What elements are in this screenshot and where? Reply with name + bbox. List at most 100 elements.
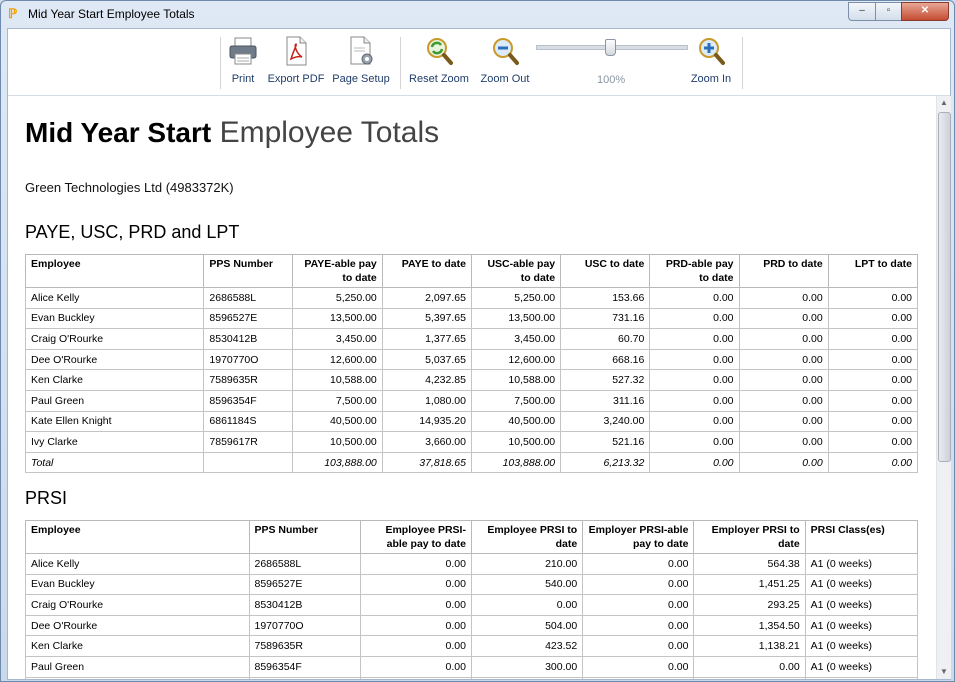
table-cell: 0.00 [649,328,740,350]
table-cell: 10,588.00 [291,369,383,391]
zoom-out-button[interactable]: Zoom Out [476,35,534,85]
table-cell: 0.00 [582,676,695,679]
table-cell: 5,037.65 [381,348,472,371]
total-row: Total 103,888.00 37,818.65 103,888.00 6,213.… [24,451,919,474]
close-button[interactable]: ✕ [901,2,949,21]
table-cell: 0.00 [738,307,829,330]
export-pdf-button[interactable]: Export PDF [266,35,326,85]
table-cell: 10,500.00 [470,431,562,453]
column-header: PRSI Class(es) [804,520,919,554]
table-cell: 0.00 [738,389,829,412]
column-header: PAYE to date [381,254,472,288]
table-cell: Ivy Clarke [24,431,205,453]
table-cell: 0.00 [738,451,829,474]
table-cell: 0.00 [738,287,829,309]
table-row: Dee O'Rourke 1970770O 0.00 504.00 0.00 1,354.… [25,614,919,637]
table-cell: 13,500.00 [291,307,383,330]
table-cell: 0.00 [827,348,919,371]
table-cell: A1 (0 weeks) [804,676,919,679]
page-setup-button[interactable]: Page Setup [331,35,391,85]
column-header: Employee PRSI-able pay to date [359,520,472,554]
title-bar[interactable]: ℙ Mid Year Start Employee Totals – ▫ ✕ [1,1,954,27]
table-cell: Ken Clarke [25,635,250,657]
scroll-down-arrow-icon[interactable]: ▼ [937,665,951,679]
table-cell: 0.00 [827,287,919,309]
table-cell: 8530412B [203,328,293,350]
table-cell: Alice Kelly [24,287,205,309]
table-cell: 7,500.00 [470,389,562,412]
table-cell: 4,232.85 [381,369,472,391]
zoom-in-button[interactable]: Zoom In [686,35,736,85]
table-cell: 7,500.00 [291,389,383,412]
table-row: Dee O'Rourke 1970770O 12,600.00 5,037.65 12,… [24,348,919,371]
table-cell: 293.25 [693,594,806,616]
column-header: Employee [24,254,205,288]
maximize-button[interactable]: ▫ [875,2,902,21]
page-setup-label: Page Setup [332,73,390,85]
print-button[interactable]: Print [226,35,260,85]
table-cell: 1,377.65 [381,328,472,350]
reset-zoom-icon [423,35,455,67]
table-row: Craig O'Rourke 8530412B 3,450.00 1,377.65 3,… [24,328,919,350]
table-cell: 6861184S [248,676,361,679]
table-cell: 0.00 [582,553,695,575]
table-cell: 0.00 [649,389,740,412]
table-cell: 521.16 [560,431,651,453]
table-row: Paul Green 8596354F 7,500.00 1,080.00 7,500.… [24,389,919,412]
print-label: Print [231,73,255,85]
table-cell: 0.00 [827,307,919,330]
table-cell: 0.00 [693,676,806,679]
toolbar: Print Export PDF Page Setup Reset Zoom Z… [8,29,950,96]
table-cell: A1 (0 weeks) [804,655,919,678]
export-pdf-label: Export PDF [267,73,325,85]
table-cell: 0.00 [827,369,919,391]
table-cell: 0.00 [582,655,695,678]
reset-zoom-button[interactable]: Reset Zoom [408,35,470,85]
table-cell: Dee O'Rourke [24,348,205,371]
table-row: Kate Ellen Knight 6861184S 40,500.00 14,935… [24,410,919,433]
table-cell: 0.00 [359,594,472,616]
vertical-scrollbar[interactable]: ▲ ▼ [936,96,951,679]
zoom-in-label: Zoom In [690,73,732,85]
table-cell: 2686588L [203,287,293,309]
table-cell: 1970770O [248,614,361,637]
table-cell: 14,935.20 [381,410,472,433]
table-cell: 7859617R [203,431,293,453]
table-row: Evan Buckley 8596527E 0.00 540.00 0.00 1,451.… [25,573,919,596]
table-cell: 3,240.00 [560,410,651,433]
table-cell: 0.00 [827,451,919,474]
table-cell: 6861184S [203,410,293,433]
table-cell: A1 (0 weeks) [804,553,919,575]
toolbar-separator [220,37,221,89]
prsi-section-heading: PRSI [25,488,68,508]
table-cell: 1,354.50 [693,614,806,637]
table-cell: 0.00 [738,410,829,433]
scroll-up-arrow-icon[interactable]: ▲ [937,96,951,110]
report-window: ℙ Mid Year Start Employee Totals – ▫ ✕ P… [0,0,955,682]
table-row: Alice Kelly 2686588L 0.00 210.00 0.00 564.38 A… [25,553,919,575]
table-cell: 153.66 [560,287,651,309]
table-cell: 8596527E [203,307,293,330]
column-header: PRD to date [738,254,829,288]
table-row: Ken Clarke 7589635R 0.00 423.52 0.00 1,138.21… [25,635,919,657]
table-cell: 7589635R [203,369,293,391]
table-cell: 5,397.65 [381,307,472,330]
table-cell: 1970770O [203,348,293,371]
table-cell: 3,660.00 [381,431,472,453]
table-cell: Dee O'Rourke [25,614,250,637]
table-cell: Kate Ellen Knight [24,410,205,433]
table-cell: 0.00 [359,553,472,575]
table-cell: 40,500.00 [291,410,383,433]
table-cell: 564.38 [693,553,806,575]
table-cell: 0.00 [582,594,695,616]
table-cell: Craig O'Rourke [24,328,205,350]
scrollbar-thumb[interactable] [938,112,951,462]
table-cell: 0.00 [738,369,829,391]
column-header: PAYE-able pay to date [291,254,383,288]
column-header: Employee PRSI to date [470,520,584,554]
table-cell: 7589635R [248,635,361,657]
pdf-icon [280,35,312,67]
table-cell: Evan Buckley [25,573,250,596]
minimize-button[interactable]: – [848,2,876,21]
zoom-slider-thumb[interactable] [605,39,616,56]
